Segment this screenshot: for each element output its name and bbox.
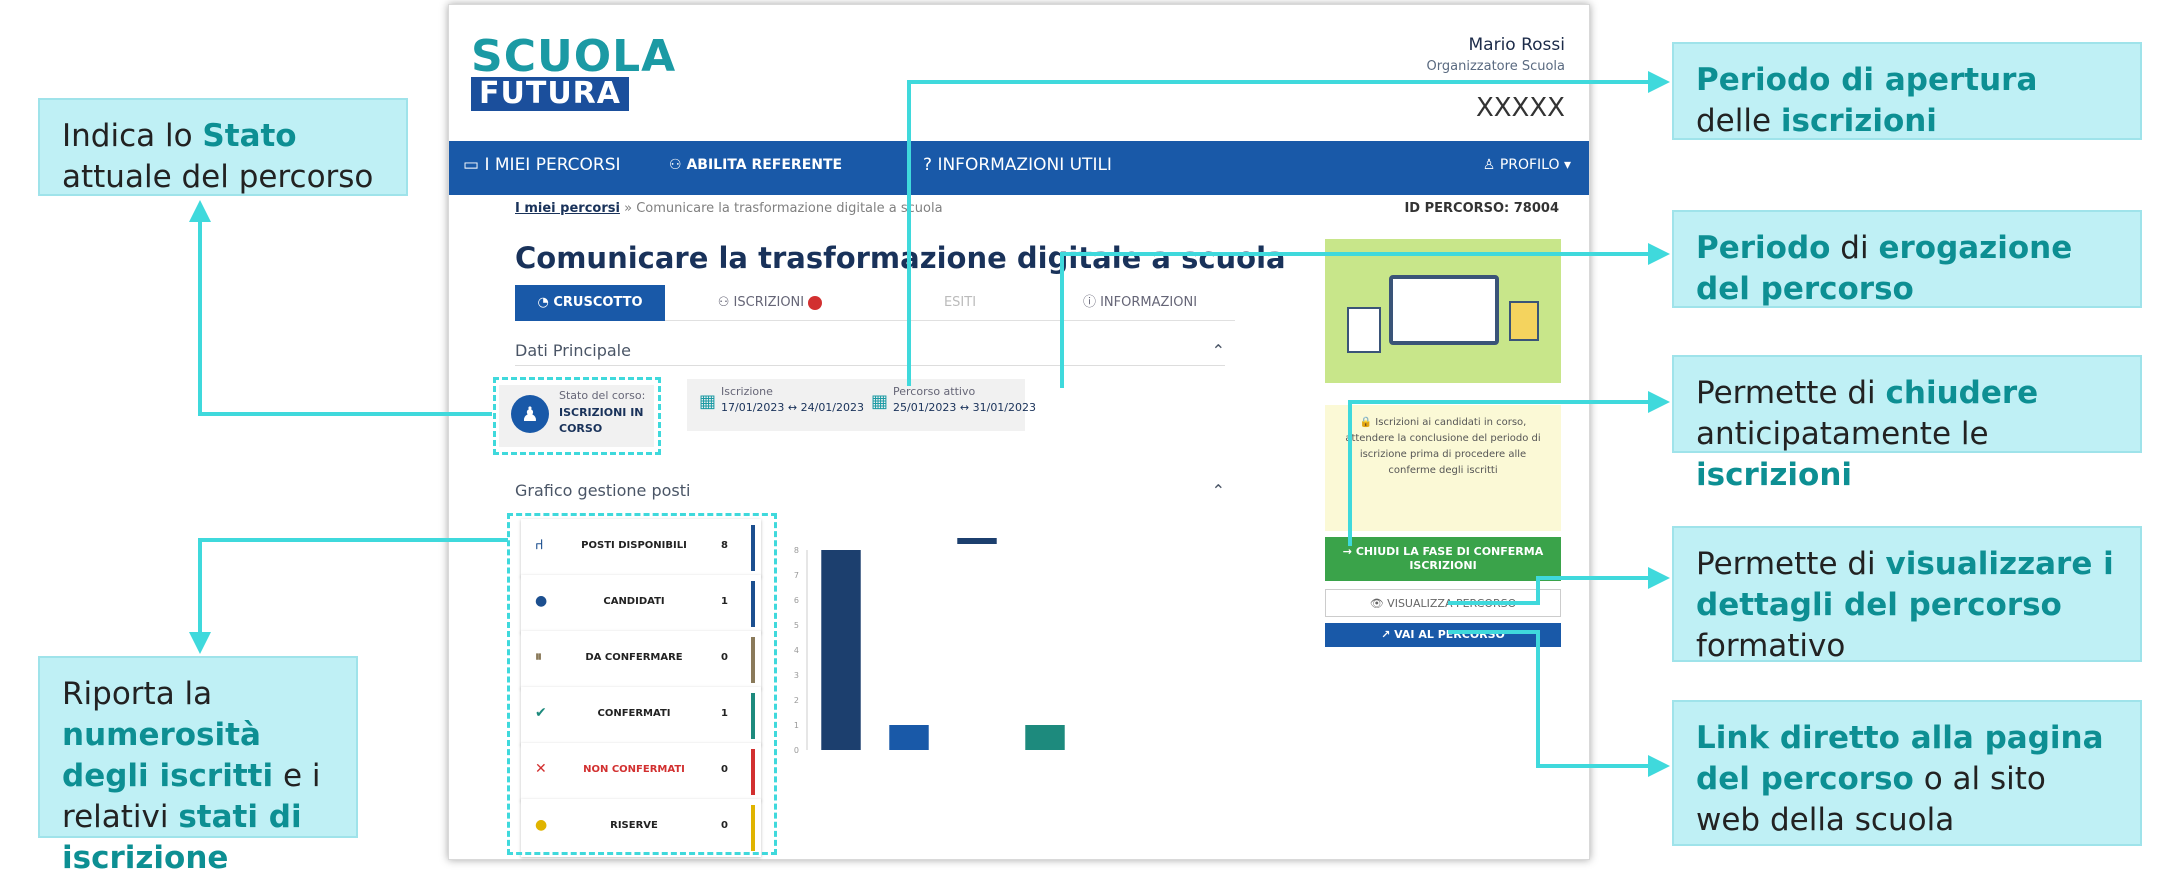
connector-numerosita [198,538,202,634]
nav-profilo[interactable]: ♙ PROFILO ▾ [1483,157,1571,173]
percorso-label: Percorso attivo [893,385,976,398]
chart-y-tick: 8 [794,546,799,555]
tab-bar: ◔ CRUSCOTTO ⚇ ISCRIZIONI ESITI ⓘ INFORMA… [515,285,1235,321]
page-title: Comunicare la trasformazione digitale a … [515,241,1286,275]
iscrizione-dates: 17/01/2023 ↔ 24/01/2023 [721,401,865,414]
logo-futura: FUTURA [471,77,629,111]
nav-informazioni-utili[interactable]: ? INFORMAZIONI UTILI [923,155,1112,175]
chart-y-tick: 4 [794,646,799,655]
connector-visualizzare [1448,601,1540,605]
arrowhead-icon [1648,391,1670,413]
connector-apertura [907,80,911,386]
callout-apertura: Periodo di apertura delle iscrizioni [1672,42,2142,140]
nav-abilita-referente[interactable]: ⚇ ABILITA REFERENTE [669,157,842,173]
callout-link: Link diretto alla pagina del percorso o … [1672,700,2142,846]
chiudi-conferma-button[interactable]: → CHIUDI LA FASE DI CONFERMA ISCRIZIONI [1325,537,1561,581]
tab-iscrizioni[interactable]: ⚇ ISCRIZIONI [665,285,875,321]
user-school: XXXXX [1475,93,1565,123]
chart-y-tick: 0 [794,746,799,755]
monitor-icon: ▭ [463,155,480,175]
help-icon: ? [923,155,933,175]
chart-y-tick: 3 [794,671,799,680]
app-screenshot: SCUOLA FUTURA Mario Rossi Organizzatore … [448,4,1590,860]
dashboard-icon: ◔ [537,295,549,310]
arrowhead-icon [1648,567,1670,589]
callout-erogazione: Periodo di erogazione del percorso [1672,210,2142,308]
arrowhead-icon [1648,71,1670,93]
calendar-icon: ▦ [871,391,889,412]
calendar-icon: ▦ [699,391,717,412]
users-icon: ⚇ [717,295,730,310]
vai-al-percorso-button[interactable]: ↗ VAI AL PERCORSO [1325,623,1561,647]
breadcrumb: I miei percorsi » Comunicare la trasform… [515,201,943,216]
connector-erogazione [1060,252,1064,388]
chart-bar [821,550,861,750]
connector-link [1448,630,1540,634]
connector-chiudere [1348,400,1352,546]
logo-scuola: SCUOLA [471,31,677,82]
chevron-down-icon: ▾ [1563,157,1571,173]
callout-stato: Indica lo Stato attuale del percorso [38,98,408,196]
callout-visualizzare: Permette di visualizzare i dettagli del … [1672,526,2142,664]
external-link-icon: ↗ [1381,628,1391,641]
tab-informazioni[interactable]: ⓘ INFORMAZIONI [1045,285,1235,321]
chevron-up-icon: ⌃ [1211,481,1225,500]
chart-y-tick: 2 [794,696,799,705]
notice-box: 🔒 Iscrizioni ai candidati in corso, atte… [1325,405,1561,531]
callout-numerosita: Riporta la numerosità degli iscritti e i… [38,656,358,876]
chevron-up-icon: ⌃ [1211,341,1225,360]
section-grafico[interactable]: Grafico gestione posti ⌃ [515,481,1225,500]
notification-badge [808,295,823,310]
user-name: Mario Rossi [1468,35,1566,55]
chart-y-tick: 6 [794,596,799,605]
chart-y-tick: 7 [794,571,799,580]
course-id: ID PERCORSO: 78004 [1404,201,1559,216]
highlight-stato [493,377,661,455]
percorso-dates: 25/01/2023 ↔ 31/01/2023 [893,401,1037,414]
nav-miei-percorsi[interactable]: ▭ I MIEI PERCORSI [463,155,621,175]
breadcrumb-link[interactable]: I miei percorsi [515,201,620,216]
chart-bar [889,725,929,750]
top-nav: ▭ I MIEI PERCORSI ⚇ ABILITA REFERENTE ? … [449,141,1589,195]
course-illustration [1325,239,1561,383]
chart-y-tick: 5 [794,621,799,630]
arrowhead-icon [189,200,211,222]
users-icon: ⚇ [669,157,682,173]
seats-chart: 0 1 2 3 4 5 6 7 8 [794,538,1065,755]
chart-bar [1025,725,1065,750]
highlight-stats [507,513,777,855]
iscrizione-label: Iscrizione [721,385,773,398]
section-dati-principale[interactable]: Dati Principale ⌃ [515,341,1225,360]
chart-bar [957,538,997,544]
chart-y-tick: 1 [794,721,799,730]
user-icon: ♙ [1482,157,1496,173]
tab-esiti[interactable]: ESITI [875,285,1045,321]
arrowhead-icon [1648,755,1670,777]
arrowhead-icon [189,632,211,654]
tab-cruscotto[interactable]: ◔ CRUSCOTTO [515,285,665,321]
connector-stato [198,220,202,416]
info-icon: ⓘ [1082,295,1096,310]
user-role: Organizzatore Scuola [1426,59,1565,74]
lock-icon: 🔒 [1359,417,1373,428]
callout-chiudere: Permette di chiudere anticipatamente le … [1672,355,2142,493]
arrowhead-icon [1648,243,1670,265]
